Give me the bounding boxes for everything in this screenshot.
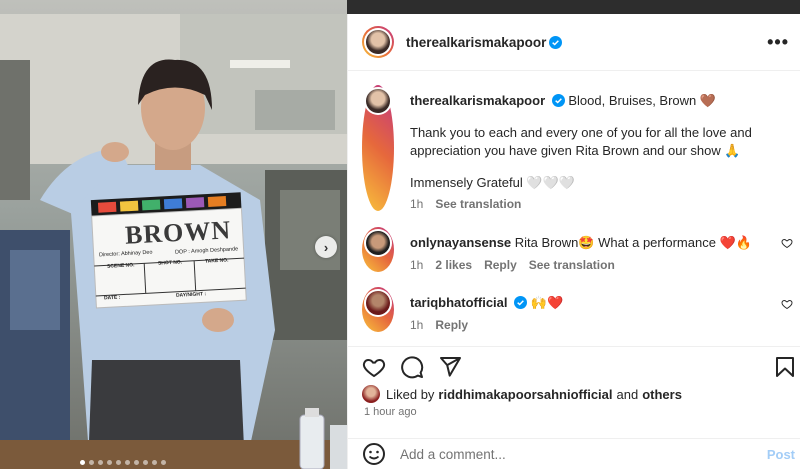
comment-username[interactable]: onlynayansense bbox=[410, 235, 511, 250]
comment-bubble-icon[interactable] bbox=[400, 355, 424, 379]
clapper-title: BROWN bbox=[124, 215, 232, 250]
comment-time: 1h bbox=[410, 318, 424, 332]
caption-avatar[interactable] bbox=[362, 85, 394, 211]
like-heart-icon[interactable] bbox=[362, 355, 386, 379]
post-detail-panel: therealkarismakapoor ••• therealkarismak… bbox=[347, 14, 800, 469]
comment-item: onlynayansense Rita Brown🤩 What a perfor… bbox=[362, 227, 790, 272]
carousel-dot bbox=[89, 460, 94, 465]
comment-avatar[interactable] bbox=[362, 227, 394, 272]
author-avatar[interactable] bbox=[362, 26, 394, 58]
liked-by-and: and bbox=[616, 386, 639, 402]
comment-like-heart-icon[interactable] bbox=[781, 298, 793, 310]
clapper-take-label: TAKE NO. bbox=[204, 257, 229, 265]
comment-text: 🙌❤️ bbox=[530, 295, 564, 310]
caption-see-translation[interactable]: See translation bbox=[435, 197, 521, 211]
save-bookmark-icon[interactable] bbox=[773, 355, 797, 379]
comment-like-heart-icon[interactable] bbox=[781, 237, 793, 249]
liked-by-avatar[interactable] bbox=[362, 385, 380, 403]
liked-by-prefix: Liked by bbox=[386, 386, 435, 402]
share-send-icon[interactable] bbox=[438, 355, 462, 379]
clapper-date-label: DATE : bbox=[103, 294, 121, 302]
carousel-dot bbox=[152, 460, 157, 465]
clapper-shot-label: SHOT NO. bbox=[157, 259, 183, 267]
caption-time: 1h bbox=[410, 197, 424, 211]
caption-closing: Immensely Grateful bbox=[410, 175, 523, 190]
verified-badge-icon bbox=[514, 296, 528, 309]
comment-likes[interactable]: 2 likes bbox=[435, 258, 472, 272]
caption-username[interactable]: therealkarismakapoor bbox=[410, 93, 545, 108]
chevron-right-icon: › bbox=[323, 239, 329, 255]
comment-text: Rita Brown🤩 What a performance ❤️🔥 bbox=[514, 235, 752, 250]
carousel-dot bbox=[116, 460, 121, 465]
comment-time: 1h bbox=[410, 258, 424, 272]
more-options-icon[interactable]: ••• bbox=[767, 32, 789, 53]
caption-first-line: Blood, Bruises, Brown 🤎 bbox=[568, 93, 717, 108]
post-comment-button[interactable]: Post bbox=[767, 447, 795, 462]
carousel-dot bbox=[80, 460, 85, 465]
comment-reply[interactable]: Reply bbox=[435, 318, 468, 332]
post-actions bbox=[348, 346, 800, 386]
liked-by: Liked by riddhimakapoorsahniofficial and… bbox=[362, 385, 682, 403]
caption: therealkarismakapoor Blood, Bruises, Bro… bbox=[362, 85, 790, 211]
comment-avatar[interactable] bbox=[362, 287, 394, 332]
author-username[interactable]: therealkarismakapoor bbox=[406, 35, 546, 50]
carousel-next-button[interactable]: › bbox=[315, 236, 337, 258]
caption-paragraph: Thank you to each and every one of you f… bbox=[410, 125, 752, 158]
post-header: therealkarismakapoor ••• bbox=[348, 14, 800, 71]
comment-reply[interactable]: Reply bbox=[484, 258, 517, 272]
carousel-dot bbox=[161, 460, 166, 465]
comment-item: tariqbhatofficial 🙌❤️ 1h Reply bbox=[362, 287, 790, 332]
verified-badge-icon bbox=[549, 35, 563, 49]
comment-see-translation[interactable]: See translation bbox=[529, 258, 615, 272]
post-timestamp[interactable]: 1 hour ago bbox=[364, 406, 417, 418]
caption-closing-emoji: 🤍🤍🤍 bbox=[526, 175, 575, 190]
comments-list[interactable]: therealkarismakapoor Blood, Bruises, Bro… bbox=[348, 71, 800, 346]
post-photo[interactable]: BROWN Director: Abhinay Deo DOP : Amogh … bbox=[0, 0, 347, 469]
carousel-dot bbox=[125, 460, 130, 465]
carousel-dots bbox=[80, 460, 166, 465]
add-comment-bar: Add a comment... Post bbox=[348, 438, 800, 469]
carousel-dot bbox=[134, 460, 139, 465]
carousel-dot bbox=[98, 460, 103, 465]
carousel-dot bbox=[143, 460, 148, 465]
comment-input[interactable]: Add a comment... bbox=[400, 447, 506, 462]
liked-by-others[interactable]: others bbox=[642, 387, 682, 402]
carousel-dot bbox=[107, 460, 112, 465]
liked-by-user[interactable]: riddhimakapoorsahniofficial bbox=[438, 387, 612, 402]
comment-username[interactable]: tariqbhatofficial bbox=[410, 295, 508, 310]
verified-badge-icon bbox=[551, 94, 565, 107]
emoji-smiley-icon[interactable] bbox=[362, 442, 386, 466]
